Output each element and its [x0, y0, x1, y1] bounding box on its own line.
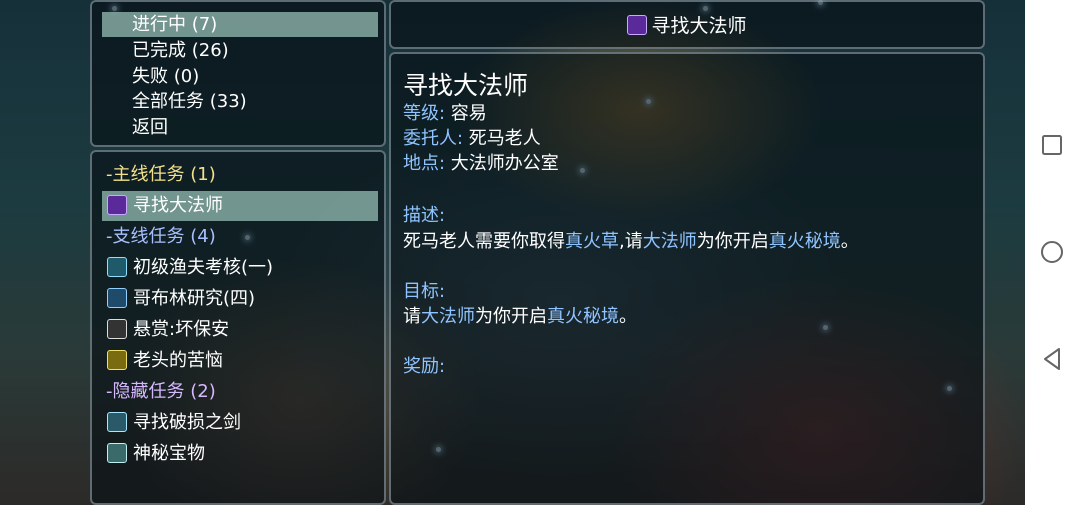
level-row: 等级: 容易 — [403, 99, 487, 125]
client-row: 委托人: 死马老人 — [403, 124, 541, 150]
category-main-quests[interactable]: -主线任务 (1) — [102, 160, 378, 190]
quest-label: 寻找破损之剑 — [133, 412, 241, 433]
back-icon[interactable] — [1039, 346, 1065, 372]
desc-keyword: 真火秘境 — [768, 231, 841, 252]
desc-text: 死马老人需要你取得 — [403, 231, 565, 252]
category-hidden-quests[interactable]: -隐藏任务 (2) — [102, 377, 378, 407]
wizard-icon — [107, 195, 127, 215]
quest-label: 老头的苦恼 — [133, 350, 223, 371]
fishing-rod-icon — [107, 257, 127, 277]
desc-keyword: 真火草 — [565, 231, 619, 252]
quest-label: 哥布林研究(四) — [133, 288, 256, 309]
quest-label: 寻找大法师 — [133, 195, 223, 216]
goal-label: 目标: — [403, 281, 446, 302]
goal-text-part: 。 — [619, 306, 637, 327]
client-value: 死马老人 — [463, 128, 541, 149]
goal-text-part: 请 — [403, 306, 421, 327]
menu-item-failed[interactable]: 失败 (0) — [102, 64, 378, 89]
quest-title-bar: 寻找大法师 — [389, 0, 985, 49]
quest-label: 初级渔夫考核(一) — [133, 257, 274, 278]
scroll-icon — [107, 350, 127, 370]
description-label: 描述: — [403, 205, 446, 226]
recent-apps-icon[interactable] — [1039, 132, 1065, 158]
quest-item-find-archmage[interactable]: 寻找大法师 — [102, 191, 378, 221]
category-label: -隐藏任务 (2) — [106, 381, 216, 402]
location-value: 大法师办公室 — [445, 153, 559, 174]
menu-item-all-quests[interactable]: 全部任务 (33) — [102, 89, 378, 114]
quest-detail-panel: 寻找大法师 等级: 容易 委托人: 死马老人 地点: 大法师办公室 描述: 死马… — [389, 52, 985, 505]
menu-item-in-progress[interactable]: 进行中 (7) — [102, 12, 378, 37]
quest-item-goblin-research[interactable]: 哥布林研究(四) — [102, 284, 378, 314]
title-row: 寻找大法师 — [391, 2, 983, 47]
client-label: 委托人: — [403, 128, 464, 149]
home-icon[interactable] — [1039, 239, 1065, 265]
quest-filter-menu: 进行中 (7) 已完成 (26) 失败 (0) 全部任务 (33) 返回 — [90, 0, 386, 147]
magnifier-icon — [107, 288, 127, 308]
location-row: 地点: 大法师办公室 — [403, 149, 559, 175]
skull-icon — [107, 319, 127, 339]
category-label: -支线任务 (4) — [106, 226, 216, 247]
desc-text: 。 — [840, 231, 859, 252]
quest-item-bounty-guard[interactable]: 悬赏:坏保安 — [102, 315, 378, 345]
category-label: -主线任务 (1) — [106, 164, 216, 185]
desc-text: ,请 — [619, 231, 643, 252]
desc-text: 为你开启 — [696, 231, 769, 252]
desc-keyword: 大法师 — [642, 231, 697, 252]
level-label: 等级: — [403, 103, 446, 124]
quest-item-fisher-test[interactable]: 初级渔夫考核(一) — [102, 253, 378, 283]
quest-item-broken-sword[interactable]: 寻找破损之剑 — [102, 408, 378, 438]
treasure-icon — [107, 443, 127, 463]
quest-label: 神秘宝物 — [133, 443, 205, 464]
goal-keyword: 真火秘境 — [547, 306, 619, 327]
description-text: 死马老人需要你取得真火草,请大法师为你开启真火秘境。 — [403, 227, 859, 253]
quest-item-mystery-treasure[interactable]: 神秘宝物 — [102, 439, 378, 469]
wizard-icon — [627, 14, 648, 35]
goal-text-part: 为你开启 — [475, 306, 547, 327]
goal-keyword: 大法师 — [421, 306, 475, 327]
reward-label: 奖励: — [403, 356, 446, 377]
level-value: 容易 — [445, 103, 487, 124]
sword-icon — [107, 412, 127, 432]
quest-label: 悬赏:坏保安 — [133, 319, 230, 340]
menu-item-completed[interactable]: 已完成 (26) — [102, 38, 378, 63]
quest-list: -主线任务 (1) 寻找大法师 -支线任务 (4) 初级渔夫考核(一) 哥布林研… — [90, 150, 386, 505]
menu-item-back[interactable]: 返回 — [102, 115, 378, 140]
system-nav-bar — [1025, 0, 1080, 505]
quest-item-old-man-trouble[interactable]: 老头的苦恼 — [102, 346, 378, 376]
location-label: 地点: — [403, 153, 446, 174]
quest-heading: 寻找大法师 — [403, 71, 529, 100]
category-side-quests[interactable]: -支线任务 (4) — [102, 222, 378, 252]
quest-title: 寻找大法师 — [651, 15, 747, 37]
goal-text: 请大法师为你开启真火秘境。 — [403, 302, 637, 328]
